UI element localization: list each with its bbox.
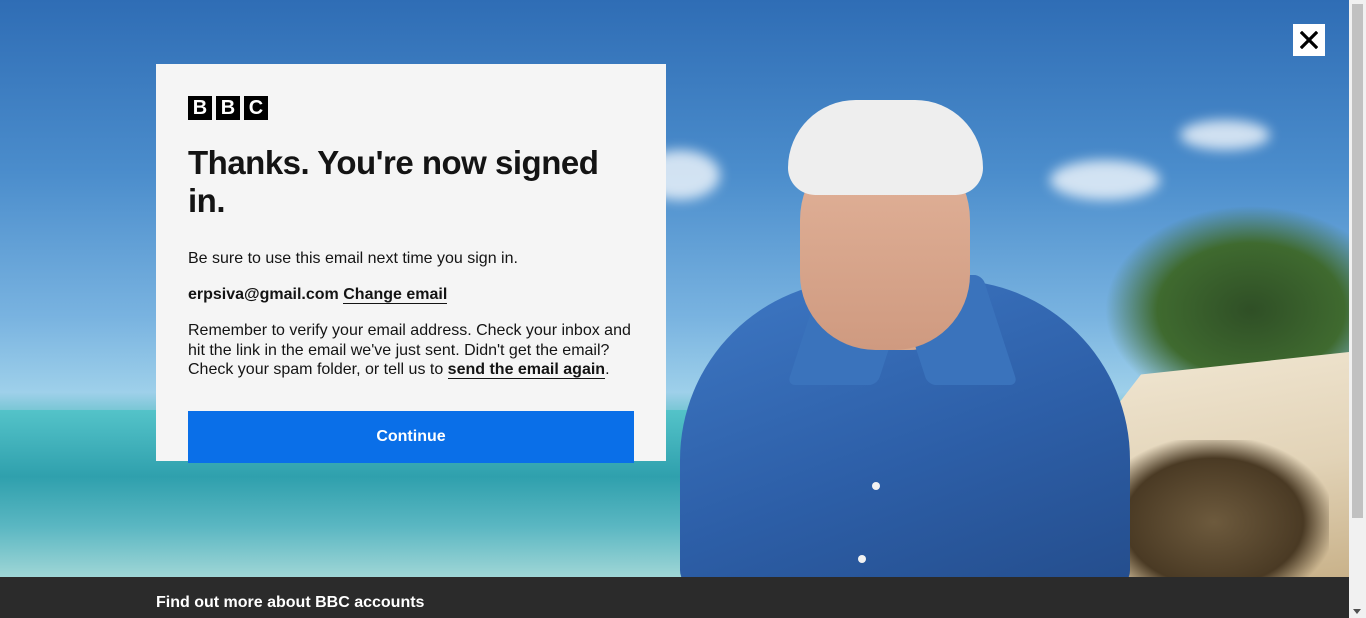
verify-text-end: .	[605, 361, 610, 378]
verify-instructions: Remember to verify your email address. C…	[188, 321, 638, 380]
vertical-scrollbar[interactable]	[1349, 0, 1366, 618]
change-email-link[interactable]: Change email	[343, 286, 448, 304]
intro-text: Be sure to use this email next time you …	[188, 250, 518, 267]
close-button[interactable]	[1293, 24, 1325, 56]
person-photo	[640, 90, 1140, 577]
scroll-down-arrow-icon[interactable]	[1353, 609, 1361, 614]
logo-letter: C	[244, 96, 268, 120]
scrollbar-thumb[interactable]	[1352, 4, 1363, 518]
footer: Find out more about BBC accounts	[0, 577, 1349, 618]
email-line: erpsiva@gmail.com Change email	[188, 285, 634, 305]
signin-confirmation-card: B B C Thanks. You're now signed in. Be s…	[156, 64, 666, 463]
logo-letter: B	[216, 96, 240, 120]
continue-button[interactable]: Continue	[188, 410, 634, 463]
bbc-accounts-info-link[interactable]: Find out more about BBC accounts	[156, 594, 424, 612]
bbc-logo: B B C	[188, 96, 634, 120]
page-title: Thanks. You're now signed in.	[188, 144, 599, 219]
shirt-button	[872, 482, 880, 490]
cloud	[1180, 120, 1270, 150]
resend-email-link[interactable]: send the email again	[447, 361, 606, 379]
close-icon	[1300, 31, 1318, 49]
hair	[788, 100, 983, 195]
trees	[1104, 205, 1349, 380]
shirt-button	[858, 555, 866, 563]
email-address: erpsiva@gmail.com	[188, 286, 339, 303]
logo-letter: B	[188, 96, 212, 120]
